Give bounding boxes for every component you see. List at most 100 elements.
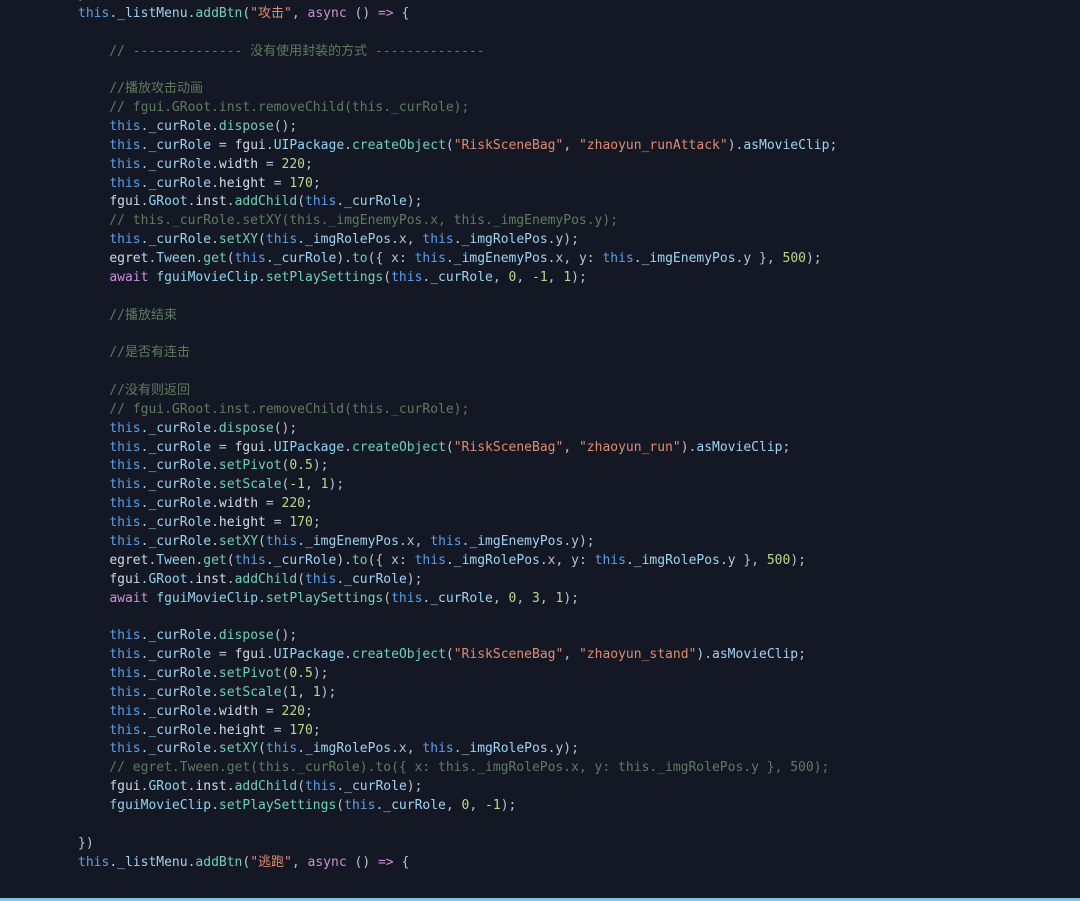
code-line[interactable]: this._curRole.height = 170; [0,514,1080,533]
code-token: = [258,496,282,512]
code-token: ._curRole [336,194,407,210]
code-line[interactable]: this._curRole.setXY(this._imgRolePos.x, … [0,231,1080,250]
code-token: () [346,5,378,21]
code-token: fgui [234,647,266,663]
code-token: this [109,533,141,549]
code-line[interactable]: fgui.GRoot.inst.addChild(this._curRole); [0,778,1080,797]
code-line[interactable] [0,288,1080,307]
code-line[interactable] [0,325,1080,344]
code-line[interactable]: this._listMenu.addBtn("攻击", async () => … [0,5,1080,24]
code-token: this [109,684,141,700]
code-token: // fgui.GRoot.inst.removeChild(this._cur… [78,100,470,116]
code-line[interactable]: fgui.GRoot.inst.addChild(this._curRole); [0,571,1080,590]
code-token: ._imgRolePos [453,741,548,757]
code-line[interactable] [0,816,1080,835]
code-token: 220 [281,156,306,172]
code-token: this [109,515,141,531]
code-token: 1 [289,684,298,700]
code-token: { [393,5,410,21]
code-token: . [226,779,235,795]
code-line[interactable]: fguiMovieClip.setPlaySettings(this._curR… [0,797,1080,816]
code-token: ._curRole [265,552,337,568]
code-line[interactable]: egret.Tween.get(this._curRole).to({ x: t… [0,250,1080,269]
code-line[interactable]: this._curRole.height = 170; [0,722,1080,741]
code-token: ._curRole [265,251,337,267]
code-line[interactable]: this._curRole.dispose(); [0,118,1080,137]
code-token: , [291,5,308,21]
code-token: ._listMenu [109,5,188,21]
code-line[interactable]: this._curRole.setPivot(0.5); [0,457,1080,476]
code-token: to [351,552,368,568]
code-token: ._curRole [422,269,493,285]
code-line[interactable]: // -------------- 没有使用封装的方式 ------------… [0,43,1080,62]
code-token: . [344,137,352,153]
code-line[interactable]: //播放攻击动画 [0,80,1080,99]
code-token: ; [829,137,838,153]
code-line[interactable] [0,61,1080,80]
code-line[interactable]: this._curRole.dispose(); [0,627,1080,646]
code-line[interactable]: this._curRole.setScale(1, 1); [0,684,1080,703]
code-line[interactable]: this._curRole.width = 220; [0,495,1080,514]
code-token: fgui [109,571,141,587]
code-line[interactable]: egret.Tween.get(this._curRole).to({ x: t… [0,552,1080,571]
code-token: addChild [234,571,298,587]
code-line[interactable]: this._curRole.setScale(-1, 1); [0,476,1080,495]
code-line[interactable]: // egret.Tween.get(this._curRole).to({ x… [0,759,1080,778]
code-lines-container[interactable]: }) this._listMenu.addBtn("攻击", async () =… [0,0,1080,872]
code-line[interactable]: this._curRole.setXY(this._imgRolePos.x, … [0,740,1080,759]
code-line[interactable]: await fguiMovieClip.setPlaySettings(this… [0,590,1080,609]
code-line[interactable]: this._curRole.setPivot(0.5); [0,665,1080,684]
code-line[interactable]: this._curRole = fgui.UIPackage.createObj… [0,646,1080,665]
code-line[interactable] [0,363,1080,382]
code-token: asMovieClip [696,439,783,455]
code-token: (); [273,420,298,436]
code-line[interactable]: this._curRole.width = 220; [0,156,1080,175]
code-viewport[interactable]: }) this._listMenu.addBtn("攻击", async () =… [0,0,1080,898]
code-token: UIPackage [273,137,345,153]
code-token: setXY [218,232,259,248]
code-line[interactable]: fgui.GRoot.inst.addChild(this._curRole); [0,193,1080,212]
code-line[interactable]: await fguiMovieClip.setPlaySettings(this… [0,269,1080,288]
code-token: , [492,590,509,606]
code-token: "zhaoyun_runAttack" [578,137,728,153]
code-line[interactable]: this._curRole = fgui.UIPackage.createObj… [0,439,1080,458]
code-token: this [109,119,141,135]
code-line[interactable]: this._curRole.dispose(); [0,420,1080,439]
code-line[interactable]: //没有则返回 [0,382,1080,401]
code-line[interactable]: this._curRole = fgui.UIPackage.createObj… [0,137,1080,156]
code-token: ._curRole [140,684,212,700]
code-line[interactable]: this._listMenu.addBtn("逃跑", async () => … [0,854,1080,873]
code-token: this [109,647,141,663]
code-line[interactable]: //播放结束 [0,307,1080,326]
code-line[interactable]: // this._curRole.setXY(this._imgEnemyPos… [0,212,1080,231]
code-token: . [211,232,219,248]
code-token: , [563,439,579,455]
code-line[interactable]: }) [0,835,1080,854]
code-token: this [109,232,141,248]
code-token: . [211,515,219,531]
code-editor[interactable]: }) this._listMenu.addBtn("攻击", async () =… [0,0,1080,901]
code-token: 1 [320,477,329,493]
code-token: ._curRole [140,156,212,172]
code-token: height [218,515,266,531]
code-line[interactable] [0,24,1080,43]
code-line[interactable]: //是否有连击 [0,344,1080,363]
code-line[interactable]: this._curRole.width = 220; [0,703,1080,722]
code-line[interactable]: this._curRole.height = 170; [0,175,1080,194]
code-token: , [539,590,556,606]
code-token: . [226,194,235,210]
code-line[interactable]: // fgui.GRoot.inst.removeChild(this._cur… [0,401,1080,420]
code-token: "zhaoyun_stand" [578,647,697,663]
code-token: ._imgRolePos [625,552,720,568]
code-token: GRoot [148,571,188,587]
code-line[interactable]: // fgui.GRoot.inst.removeChild(this._cur… [0,99,1080,118]
code-token: .x, [391,232,423,248]
code-token: "攻击" [250,5,292,21]
code-line[interactable] [0,608,1080,627]
code-token: setScale [218,477,282,493]
code-token: // -------------- 没有使用封装的方式 ------------… [78,43,485,59]
code-line[interactable]: this._curRole.setXY(this._imgEnemyPos.x,… [0,533,1080,552]
